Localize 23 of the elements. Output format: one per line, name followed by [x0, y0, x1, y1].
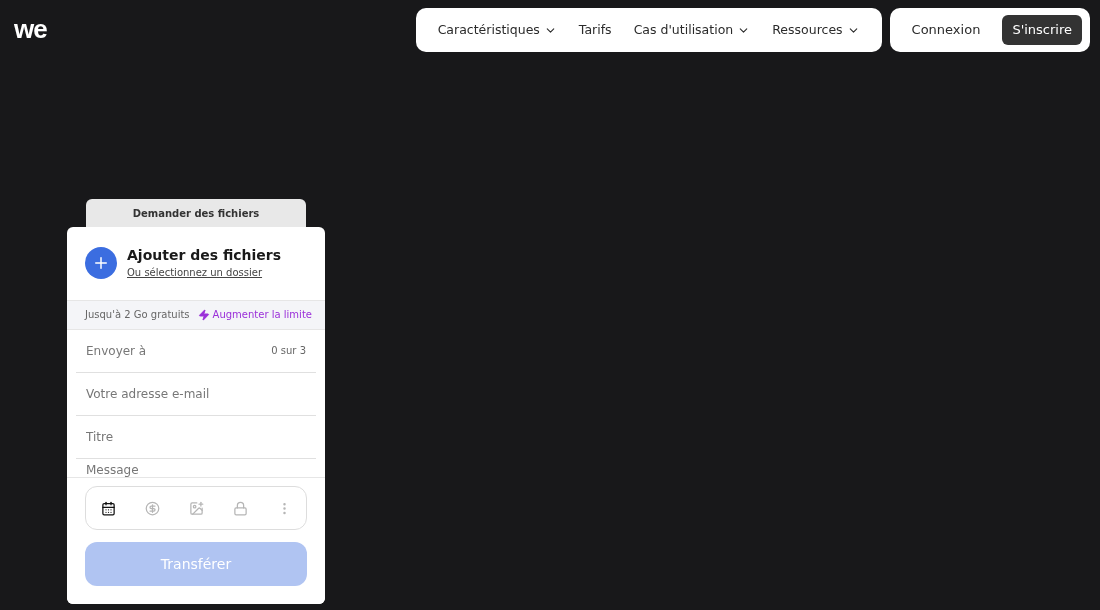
- lightning-icon: [197, 308, 210, 321]
- input-field[interactable]: Message: [86, 460, 246, 479]
- add-button[interactable]: [85, 247, 117, 280]
- add-title: Ajouter des fichiers: [127, 247, 282, 265]
- signup-button[interactable]: S'inscrire: [1002, 15, 1082, 45]
- input-field[interactable]: Votre adresse e-mail: [86, 384, 246, 403]
- upgrade-link[interactable]: Augmenter la limite: [197, 307, 312, 322]
- request-files-tab[interactable]: Demander des fichiers: [86, 199, 306, 227]
- nav-link[interactable]: Cas d'utilisation: [623, 20, 761, 40]
- login-button[interactable]: Connexion: [897, 20, 995, 40]
- calendar-icon[interactable]: [100, 500, 116, 516]
- nav-link[interactable]: Tarifs: [568, 20, 622, 40]
- image-icon[interactable]: [188, 500, 204, 516]
- nav-link[interactable]: Caractéristiques: [427, 20, 567, 40]
- dollar-icon[interactable]: [144, 500, 160, 516]
- input-field[interactable]: Titre: [86, 427, 246, 446]
- input-field[interactable]: Envoyer à: [86, 341, 246, 360]
- lock-icon[interactable]: [232, 500, 248, 516]
- logo[interactable]: we: [14, 16, 47, 42]
- limit-text: Jusqu'à 2 Go gratuits: [85, 308, 190, 322]
- select-folder-link[interactable]: Ou sélectionnez un dossier: [127, 264, 282, 280]
- recipient-counter: 0 sur 3: [271, 344, 306, 358]
- nav-link[interactable]: Ressources: [762, 20, 870, 40]
